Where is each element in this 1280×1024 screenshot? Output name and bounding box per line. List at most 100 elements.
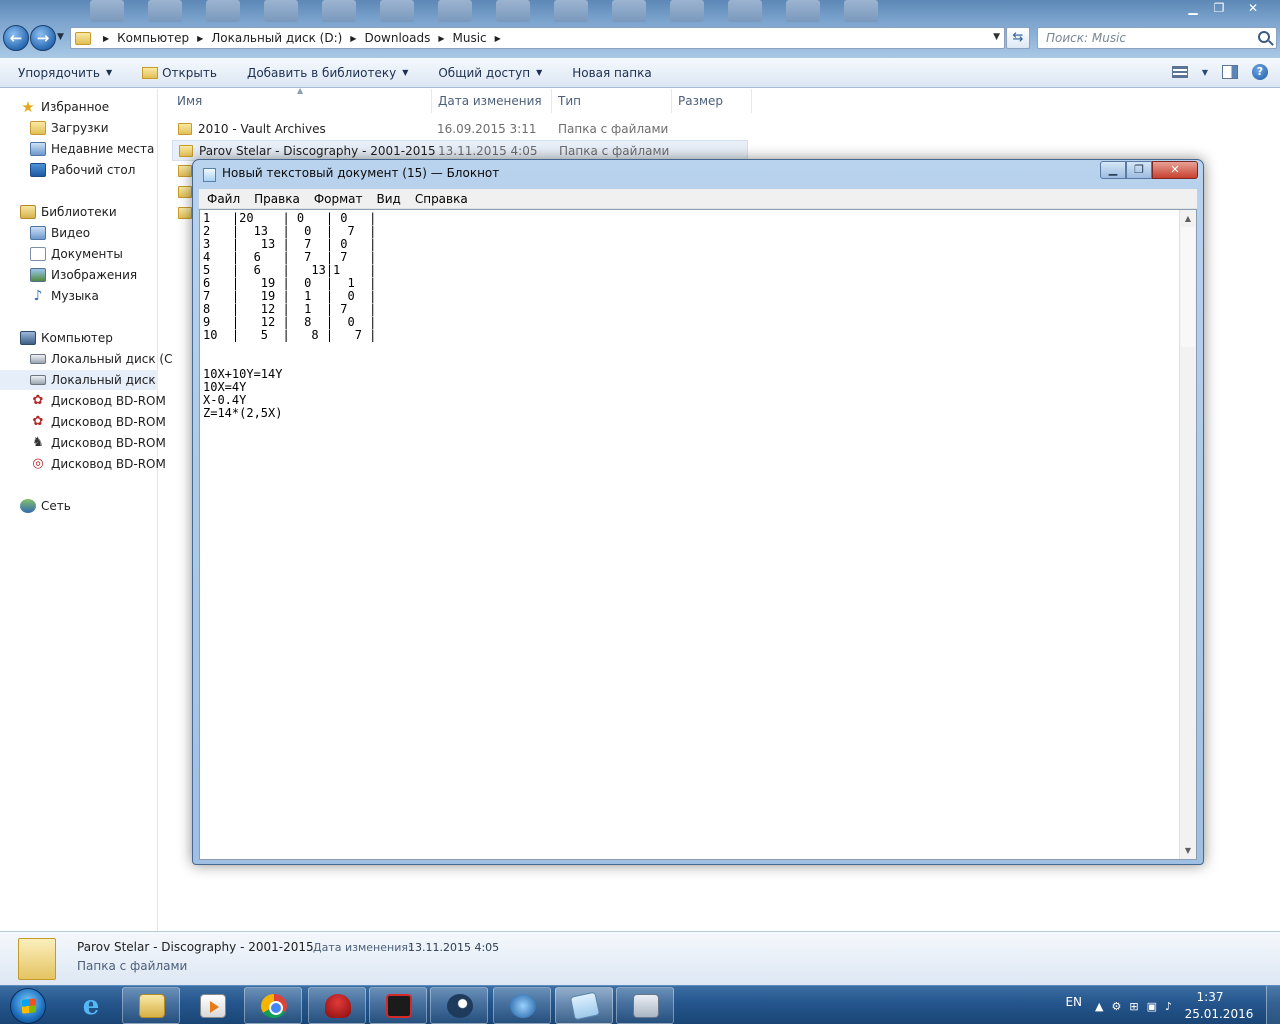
sidebar-label: Компьютер [41,331,113,345]
maximize-button[interactable]: ❐ [1206,0,1232,18]
organize-button[interactable]: Упорядочить ▼ [18,66,112,80]
sidebar-item-recent[interactable]: Недавние места [30,139,188,159]
breadcrumb-downloads[interactable]: Downloads [364,31,430,45]
sidebar-item-bd-rom-4[interactable]: ◎ Дисковод BD-ROM [30,454,188,474]
scrollbar-thumb[interactable] [1181,227,1195,347]
show-hidden-icons-icon[interactable]: ▲ [1095,1000,1103,1013]
breadcrumb-separator-icon[interactable]: ▶ [103,34,109,43]
taskbar-media-player[interactable] [183,987,241,1024]
close-button[interactable]: ✕ [1232,0,1274,18]
forward-button[interactable]: → [30,25,56,51]
chevron-down-icon: ▼ [105,68,113,77]
breadcrumb-separator-icon[interactable]: ▶ [495,34,501,43]
search-icon[interactable] [1258,31,1270,43]
network-tray-icon[interactable]: ▣ [1147,1000,1157,1013]
taskbar-garena[interactable] [369,987,427,1024]
sidebar-item-desktop[interactable]: Рабочий стол [30,160,188,180]
sidebar-item-music[interactable]: ♪ Музыка [30,286,188,306]
steam-icon [447,994,473,1018]
change-view-icon[interactable] [1171,66,1188,78]
refresh-button[interactable]: ⇆ [1006,27,1030,49]
menu-file[interactable]: Файл [207,192,240,206]
clock-date[interactable]: 25.01.2016 [1184,1007,1254,1021]
breadcrumb-music[interactable]: Music [453,31,487,45]
clock-time[interactable]: 1:37 [1180,990,1240,1004]
sidebar-item-video[interactable]: Видео [30,223,188,243]
breadcrumb-separator-icon[interactable]: ▶ [438,34,444,43]
column-header-type[interactable]: Тип [552,89,672,113]
details-name: Parov Stelar - Discography - 2001-2015 [77,940,314,954]
open-button[interactable]: Открыть [142,66,217,80]
sidebar-item-pictures[interactable]: Изображения [30,265,188,285]
notepad-minimize-button[interactable]: ▁ [1100,161,1126,179]
taskbar-chrome[interactable] [244,987,302,1024]
windows-flag-icon[interactable]: ⊞ [1129,1000,1138,1013]
sidebar-item-bd-rom-3[interactable]: ♞ Дисковод BD-ROM [30,433,188,453]
column-header-name[interactable]: Имя [171,89,432,113]
column-header-size[interactable]: Размер [672,89,752,113]
add-to-library-button[interactable]: Добавить в библиотеку ▼ [247,66,408,80]
breadcrumb-computer[interactable]: Компьютер [117,31,189,45]
taskbar-app-red[interactable] [308,987,366,1024]
sidebar-item-bd-rom-1[interactable]: ✿ Дисковод BD-ROM [30,391,188,411]
sidebar-item-network[interactable]: Сеть [20,496,178,516]
file-name: 2010 - Vault Archives [198,122,326,136]
internet-explorer-icon: e [82,991,100,1021]
menu-view[interactable]: Вид [377,192,401,206]
taskbar-internet-explorer[interactable]: e [61,987,119,1024]
chevron-down-icon[interactable]: ▼ [1202,68,1208,77]
file-row-selected[interactable]: Parov Stelar - Discography - 2001-2015 1… [172,140,748,161]
desktop-thumbnails-background [90,0,990,22]
volume-icon[interactable]: ♪ [1165,1000,1172,1013]
breadcrumb-separator-icon[interactable]: ▶ [197,34,203,43]
sidebar-label: Изображения [51,268,138,282]
taskbar-steam[interactable] [430,987,488,1024]
steam-tray-icon[interactable]: ⚙ [1111,1000,1121,1013]
share-button[interactable]: Общий доступ ▼ [438,66,542,80]
notepad-text-area[interactable]: 1 |20 | 0 | 0 | 2 | 13 | 0 | 7 | 3 | 13 … [199,209,1197,860]
history-dropdown-icon[interactable]: ▼ [57,32,64,42]
breadcrumb-disk-d[interactable]: Локальный диск (D:) [211,31,342,45]
taskbar-notepad[interactable] [555,987,613,1024]
sidebar-item-libraries[interactable]: Библиотеки [20,202,178,222]
notepad-maximize-button[interactable]: ❐ [1126,161,1152,179]
breadcrumb-separator-icon[interactable]: ▶ [350,34,356,43]
start-button[interactable] [2,987,54,1024]
taskbar: e EN ▲ ⚙ ⊞ ▣ ♪ 1:37 25.01.2016 [0,985,1280,1024]
vertical-scrollbar[interactable]: ▲ ▼ [1179,210,1196,859]
notepad-close-button[interactable]: ✕ [1152,161,1198,179]
sidebar-item-disk-c[interactable]: Локальный диск (C [30,349,188,369]
menu-edit[interactable]: Правка [254,192,300,206]
preview-pane-icon[interactable] [1222,65,1238,79]
address-bar[interactable]: ▶ Компьютер ▶ Локальный диск (D:) ▶ Down… [70,27,1005,49]
folder-icon [75,31,91,45]
back-button[interactable]: ← [3,25,29,51]
menu-help[interactable]: Справка [415,192,468,206]
sidebar-item-computer[interactable]: Компьютер [20,328,178,348]
scroll-up-icon[interactable]: ▲ [1180,210,1196,227]
taskbar-calculator[interactable] [616,987,674,1024]
taskbar-app-blue[interactable] [493,987,551,1024]
file-row[interactable]: 2010 - Vault Archives 16.09.2015 3:11 Па… [172,119,748,140]
sidebar-item-favorites[interactable]: ★ Избранное [20,97,178,117]
column-header-date[interactable]: Дата изменения [432,89,552,113]
minimize-button[interactable]: ▁ [1180,0,1206,18]
address-dropdown-icon[interactable]: ▼ [993,32,1000,42]
details-pane: Parov Stelar - Discography - 2001-2015 Д… [0,931,1280,985]
menu-format[interactable]: Формат [314,192,363,206]
command-bar: Упорядочить ▼ Открыть Добавить в библиоте… [0,58,1280,88]
sidebar-item-downloads[interactable]: Загрузки [30,118,188,138]
details-kind: Папка с файлами [77,959,188,973]
scroll-down-icon[interactable]: ▼ [1180,842,1196,859]
notepad-content[interactable]: 1 |20 | 0 | 0 | 2 | 13 | 0 | 7 | 3 | 13 … [203,212,376,420]
taskbar-explorer[interactable] [122,987,180,1024]
language-indicator[interactable]: EN [1065,995,1082,1009]
help-icon[interactable]: ? [1252,64,1268,80]
new-folder-button[interactable]: Новая папка [572,66,651,80]
show-desktop-button[interactable] [1266,986,1280,1024]
sidebar-item-disk-d[interactable]: Локальный диск (D [0,370,158,390]
sidebar-item-documents[interactable]: Документы [30,244,188,264]
pictures-icon [30,268,46,282]
sidebar-item-bd-rom-2[interactable]: ✿ Дисковод BD-ROM [30,412,188,432]
search-input[interactable]: Поиск: Music [1037,27,1277,49]
